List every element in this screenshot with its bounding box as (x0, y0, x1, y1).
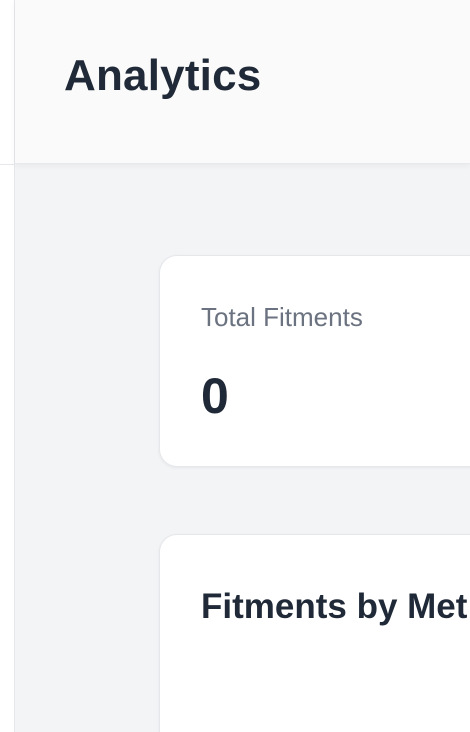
page-title: Analytics (64, 51, 262, 100)
total-fitments-card: Total Fitments 0 (159, 255, 470, 467)
fitments-by-method-title: Fitments by Met (201, 587, 468, 626)
app-window: Analytics Total Fitments 0 Fitments by M… (0, 0, 470, 732)
page-header: Analytics (15, 0, 470, 164)
sidebar (0, 0, 15, 732)
total-fitments-label: Total Fitments (201, 302, 363, 332)
sidebar-divider (0, 164, 15, 165)
total-fitments-value: 0 (201, 368, 229, 424)
fitments-by-method-card: Fitments by Met (159, 534, 470, 732)
